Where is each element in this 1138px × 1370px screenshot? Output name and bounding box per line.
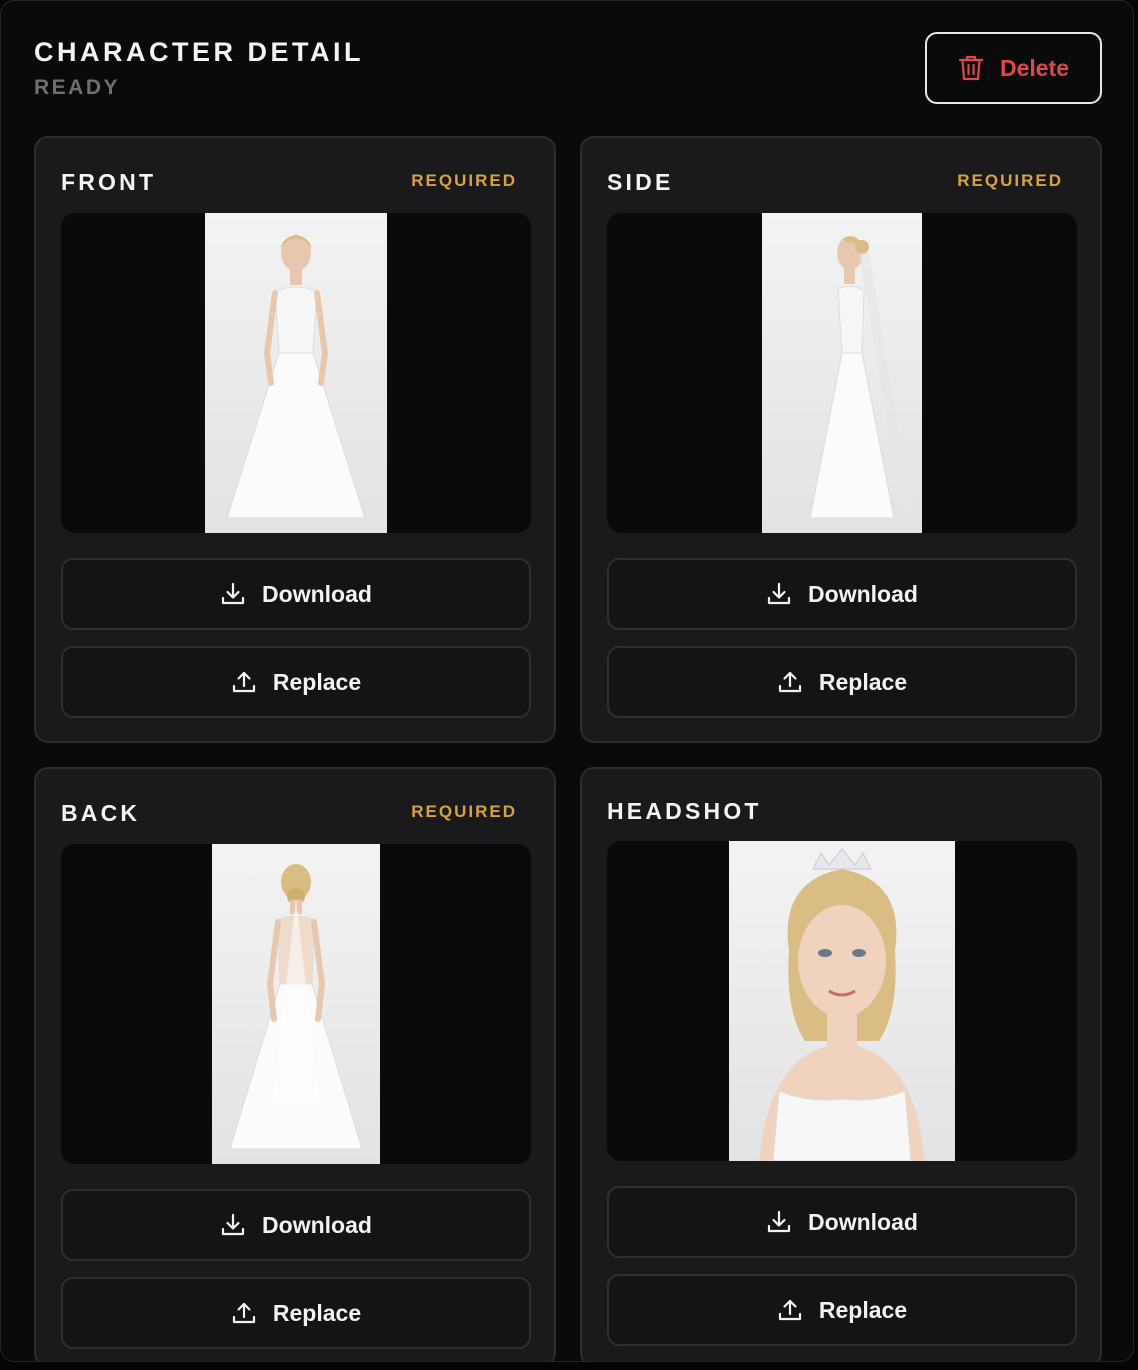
- trash-icon: [958, 54, 984, 82]
- image-preview[interactable]: [607, 841, 1077, 1161]
- download-label: Download: [262, 1211, 372, 1238]
- replace-button[interactable]: Replace: [61, 646, 531, 718]
- download-icon: [220, 581, 246, 607]
- bride-headshot-image: [729, 841, 955, 1161]
- card-label: HEADSHOT: [607, 798, 762, 824]
- page-title: CHARACTER DETAIL: [34, 37, 364, 67]
- image-preview[interactable]: [607, 213, 1077, 533]
- upload-icon: [231, 1300, 257, 1326]
- image-preview[interactable]: [61, 213, 531, 533]
- bride-front-image: [205, 213, 387, 533]
- card-label: FRONT: [61, 169, 157, 195]
- replace-label: Replace: [272, 1299, 362, 1326]
- replace-button[interactable]: Replace: [607, 646, 1077, 718]
- download-button[interactable]: Download: [61, 558, 531, 630]
- card-label: BACK: [61, 800, 141, 826]
- replace-button[interactable]: Replace: [61, 1277, 531, 1349]
- card-headshot: HEADSHOT Download Replace: [580, 767, 1102, 1361]
- download-label: Download: [808, 580, 918, 607]
- replace-label: Replace: [818, 668, 908, 695]
- delete-button[interactable]: Delete: [925, 32, 1102, 104]
- upload-icon: [777, 669, 803, 695]
- download-label: Download: [808, 1208, 918, 1235]
- replace-label: Replace: [272, 668, 362, 695]
- replace-label: Replace: [818, 1296, 908, 1323]
- download-button[interactable]: Download: [607, 558, 1077, 630]
- required-badge: REQUIRED: [411, 171, 517, 190]
- status-label: READY: [34, 76, 121, 99]
- required-badge: REQUIRED: [411, 802, 517, 821]
- card-side: SIDE REQUIRED Download Replace: [580, 136, 1102, 743]
- download-button[interactable]: Download: [61, 1189, 531, 1261]
- download-icon: [766, 581, 792, 607]
- download-icon: [766, 1209, 792, 1235]
- upload-icon: [777, 1297, 803, 1323]
- delete-label: Delete: [999, 54, 1070, 81]
- bride-back-image: [212, 844, 380, 1164]
- character-detail-panel: CHARACTER DETAIL READY Delete FRONT REQU…: [0, 0, 1134, 1362]
- download-button[interactable]: Download: [607, 1186, 1077, 1258]
- bride-side-image: [762, 213, 922, 533]
- card-back: BACK REQUIRED Download Replace: [34, 767, 556, 1361]
- download-icon: [220, 1212, 246, 1238]
- required-badge: REQUIRED: [957, 171, 1063, 190]
- image-preview[interactable]: [61, 844, 531, 1164]
- card-label: SIDE: [607, 169, 674, 195]
- upload-icon: [231, 669, 257, 695]
- download-label: Download: [262, 580, 372, 607]
- replace-button[interactable]: Replace: [607, 1274, 1077, 1346]
- card-front: FRONT REQUIRED Download Replace: [34, 136, 556, 743]
